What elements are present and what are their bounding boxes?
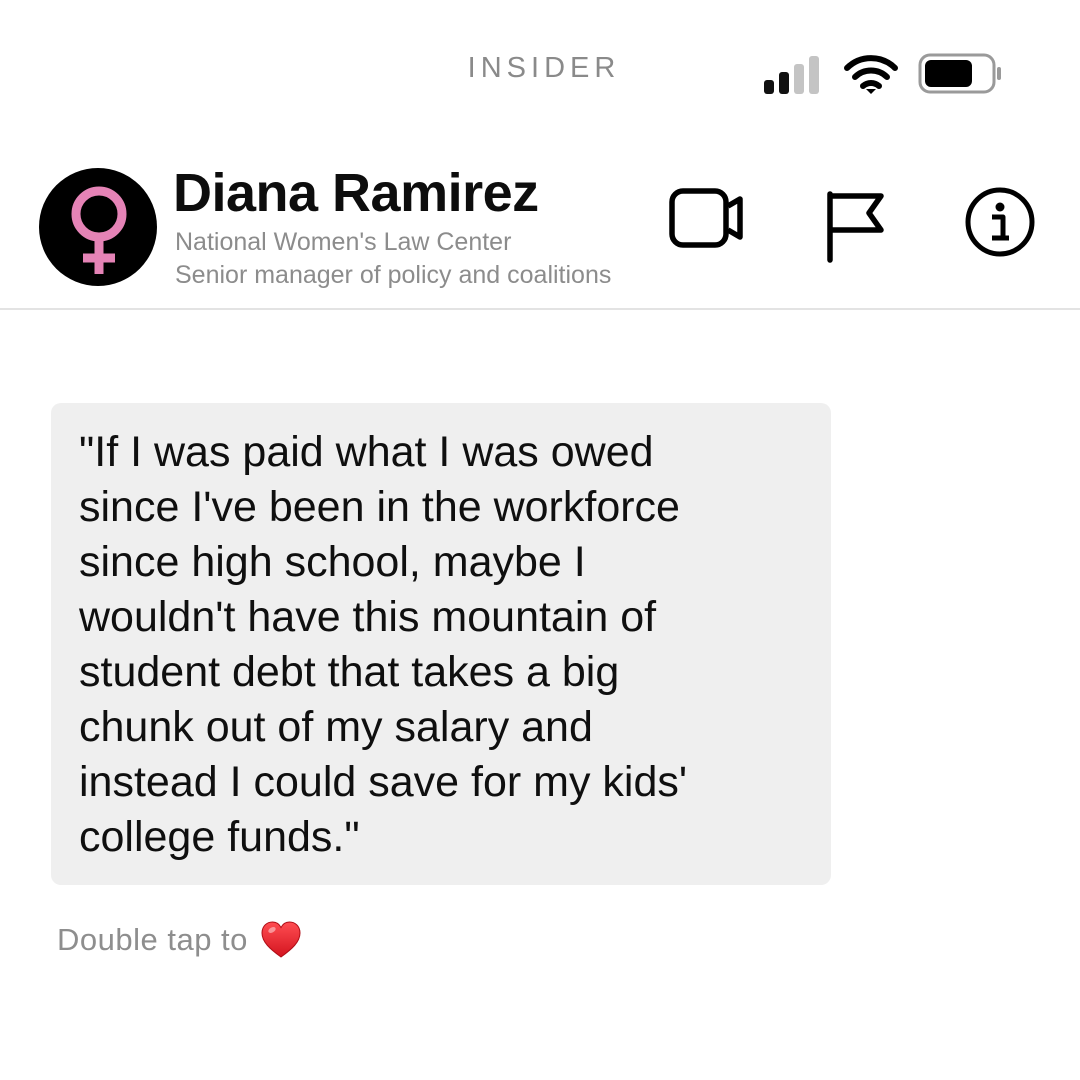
info-icon[interactable] <box>963 185 1037 259</box>
video-camera-icon[interactable] <box>668 185 746 251</box>
female-symbol-icon <box>71 186 127 274</box>
reaction-hint: Double tap to <box>57 918 302 962</box>
contact-role: Senior manager of policy and coalitions <box>175 261 612 289</box>
cellular-signal-icon <box>762 54 826 94</box>
contact-organization: National Women's Law Center <box>175 228 512 256</box>
avatar[interactable] <box>39 168 157 286</box>
message-bubble[interactable]: "If I was paid what I was owed since I'v… <box>51 403 831 885</box>
battery-icon <box>918 53 1001 94</box>
status-bar: INSIDER <box>0 0 1080 130</box>
message-text: "If I was paid what I was owed since I'v… <box>79 428 688 861</box>
conversation-header: Diana Ramirez National Women's Law Cente… <box>0 150 1080 310</box>
contact-name: Diana Ramirez <box>173 163 539 223</box>
flag-icon[interactable] <box>823 190 889 264</box>
reaction-hint-label: Double tap to <box>57 922 248 957</box>
wifi-icon <box>844 55 898 94</box>
heart-icon[interactable] <box>260 920 302 960</box>
